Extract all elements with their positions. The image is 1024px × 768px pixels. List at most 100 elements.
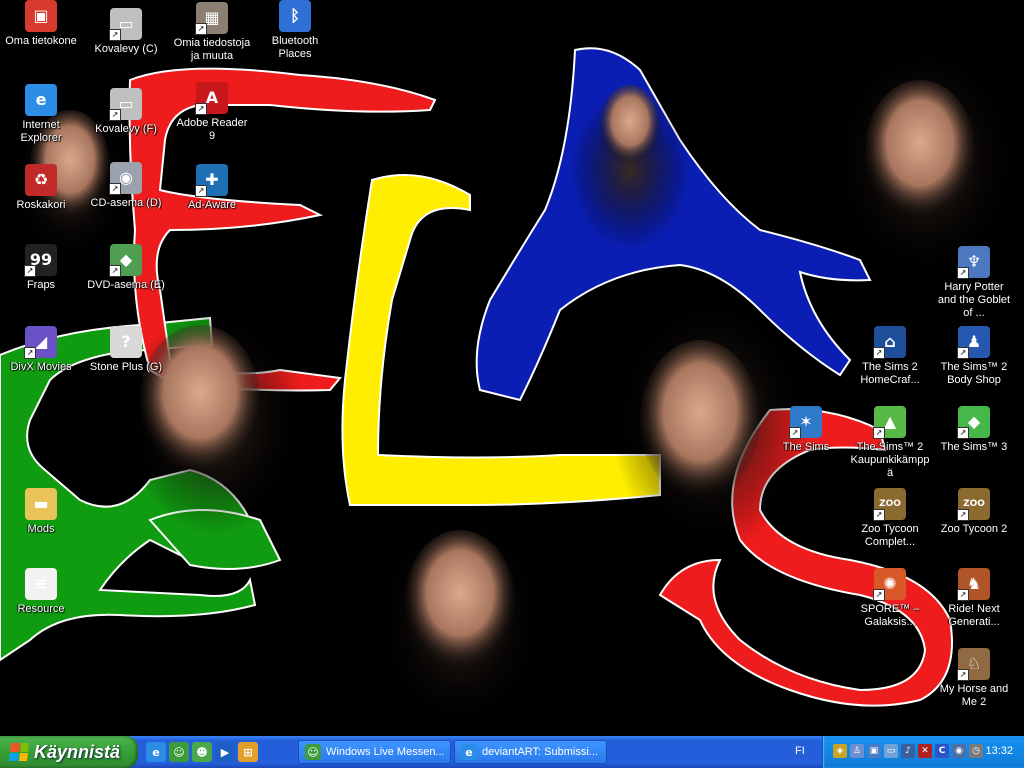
- user-tray-icon[interactable]: ♙: [850, 744, 864, 758]
- icon-glyph: ◉: [119, 168, 133, 187]
- desktop-icon-label: Kovalevy (F): [95, 123, 157, 135]
- quicklaunch-show-desktop[interactable]: ⊞: [238, 742, 258, 762]
- document-icon: ≡: [25, 568, 57, 600]
- icon-resource[interactable]: ≡ Resource: [1, 568, 81, 616]
- task-deviantart[interactable]: e deviantART: Submissi...: [454, 740, 607, 764]
- icon-glyph: ▬: [33, 494, 49, 513]
- shortcut-arrow-icon: ↗: [957, 669, 969, 681]
- shortcut-arrow-icon: ↗: [195, 185, 207, 197]
- folder-photo-icon: ▦ ↗: [195, 2, 228, 35]
- desktop-icon-label: The Sims: [782, 441, 830, 453]
- cd-drive-icon: ◉ ↗: [109, 162, 142, 195]
- ad-aware-icon: ✚ ↗: [195, 164, 228, 197]
- windows-flag-icon: ⊞: [243, 745, 253, 759]
- language-indicator[interactable]: FI: [795, 745, 805, 757]
- icon-sims2-kaupunki[interactable]: ▲ ↗ The Sims™ 2 Kaupunkikämppä: [850, 406, 930, 480]
- start-button[interactable]: Käynnistä: [0, 736, 138, 768]
- messenger-people-icon: ☺: [173, 745, 185, 759]
- icon-sims2-bodyshop[interactable]: ♟ ↗ The Sims™ 2 Body Shop: [934, 326, 1014, 387]
- fraps-icon: 99 ↗: [24, 244, 57, 277]
- desktop-icon-label: DVD-asema (E): [87, 279, 165, 291]
- sims-homecraft-icon: ⌂ ↗: [873, 326, 906, 359]
- icon-roskakori[interactable]: ♻ Roskakori: [1, 164, 81, 212]
- spore-icon: ✺ ↗: [873, 568, 906, 601]
- clock-tray-icon[interactable]: ◷: [969, 744, 983, 758]
- icon-glyph: ♻: [33, 170, 49, 189]
- icon-adobe-reader[interactable]: A ↗ Adobe Reader 9: [172, 82, 252, 143]
- desktop-icon-label: CD-asema (D): [90, 197, 162, 209]
- network-tray-icon[interactable]: ▣: [867, 744, 881, 758]
- eye-tray-icon[interactable]: ◉: [952, 744, 966, 758]
- icon-zoo-tycoon-complete[interactable]: ZOO ↗ Zoo Tycoon Complet...: [850, 488, 930, 549]
- desktop-icon-label: Zoo Tycoon 2: [940, 523, 1008, 535]
- desktop-icon-label: Roskakori: [16, 199, 66, 211]
- icon-glyph: ▣: [33, 6, 49, 25]
- shortcut-arrow-icon: ↗: [873, 347, 885, 359]
- sound-tray-icon[interactable]: ♪: [901, 744, 915, 758]
- horse-head-icon: ♘ ↗: [957, 648, 990, 681]
- icon-glyph: ZOO: [963, 498, 985, 509]
- desktop-icon-label: Oma tietokone: [5, 35, 77, 47]
- quicklaunch-media-player[interactable]: ▶: [215, 742, 235, 762]
- icon-cd-asema[interactable]: ◉ ↗ CD-asema (D): [86, 162, 166, 210]
- antivirus-tray-icon[interactable]: ✕: [918, 744, 932, 758]
- shortcut-arrow-icon: ↗: [873, 509, 885, 521]
- icon-fraps[interactable]: 99 ↗ Fraps: [1, 244, 81, 292]
- icon-glyph: ?: [121, 332, 131, 351]
- icon-zoo-tycoon-2[interactable]: ZOO ↗ Zoo Tycoon 2: [934, 488, 1014, 536]
- icon-mods[interactable]: ▬ Mods: [1, 488, 81, 536]
- icon-spore[interactable]: ✺ ↗ SPORE™ – Galaksis...: [850, 568, 930, 629]
- desktop[interactable]: ▣ Oma tietokone ▭ ↗ Kovalevy (C) ▦ ↗ Omia tiedo…: [0, 0, 1024, 736]
- icon-kovalevy-c[interactable]: ▭ ↗ Kovalevy (C): [86, 8, 166, 56]
- desktop-icon-label: Mods: [27, 523, 55, 535]
- icon-stone-plus[interactable]: ? Stone Plus (G): [86, 326, 166, 374]
- desktop-icon-label: Adobe Reader 9: [176, 117, 248, 142]
- desktop-icon-label: Stone Plus (G): [89, 361, 163, 373]
- icon-glyph: ᛒ: [290, 6, 300, 25]
- system-tray: ◈ ♙ ▣ ▭ ♪ ✕ C ◉ ◷ 13:32: [822, 736, 1024, 768]
- task-windows-live-messenger[interactable]: ☺ Windows Live Messen...: [298, 740, 451, 764]
- quicklaunch-ie[interactable]: e: [146, 742, 166, 762]
- icon-my-horse-and-me[interactable]: ♘ ↗ My Horse and Me 2: [934, 648, 1014, 709]
- icon-internet-explorer[interactable]: e Internet Explorer: [1, 84, 81, 145]
- removable-drive-icon: ?: [110, 326, 142, 358]
- shield-tray-icon[interactable]: ◈: [833, 744, 847, 758]
- shortcut-arrow-icon: ↗: [789, 427, 801, 439]
- clock[interactable]: 13:32: [985, 745, 1013, 757]
- shortcut-arrow-icon: ↗: [195, 23, 207, 35]
- icon-divx-movies[interactable]: ◢ ↗ DivX Movies: [1, 326, 81, 374]
- shortcut-arrow-icon: ↗: [957, 347, 969, 359]
- shortcut-arrow-icon: ↗: [109, 29, 121, 41]
- start-button-label: Käynnistä: [34, 741, 121, 762]
- icon-bluetooth-places[interactable]: ᛒ Bluetooth Places: [255, 0, 335, 61]
- icon-harry-potter[interactable]: ♆ ↗ Harry Potter and the Goblet of ...: [934, 246, 1014, 320]
- the-sims-icon: ✶ ↗: [789, 406, 822, 439]
- icon-ad-aware[interactable]: ✚ ↗ Ad-Aware: [172, 164, 252, 212]
- icon-omia-tiedostoja[interactable]: ▦ ↗ Omia tiedostoja ja muuta: [172, 2, 252, 63]
- icon-dvd-asema[interactable]: ◆ ↗ DVD-asema (E): [86, 244, 166, 292]
- icon-the-sims[interactable]: ✶ ↗ The Sims: [766, 406, 846, 454]
- quicklaunch-messenger[interactable]: ☺: [169, 742, 189, 762]
- shortcut-arrow-icon: ↗: [195, 103, 207, 115]
- icon-kovalevy-f[interactable]: ▭ ↗ Kovalevy (F): [86, 88, 166, 136]
- monitor-tray-icon[interactable]: ▭: [884, 744, 898, 758]
- internet-explorer-icon: e: [152, 745, 160, 759]
- icon-oma-tietokone[interactable]: ▣ Oma tietokone: [1, 0, 81, 48]
- shortcut-arrow-icon: ↗: [109, 109, 121, 121]
- icon-glyph: ✺: [883, 574, 897, 593]
- icon-glyph: ◆: [119, 250, 133, 269]
- icon-sims2-homecraft[interactable]: ⌂ ↗ The Sims 2 HomeCraf...: [850, 326, 930, 387]
- zoo-tycoon-2-icon: ZOO ↗: [957, 488, 990, 521]
- quicklaunch-messenger-2[interactable]: ☻: [192, 742, 212, 762]
- desktop-icon-label: My Horse and Me 2: [939, 683, 1009, 708]
- icon-ride-next-generation[interactable]: ♞ ↗ Ride! Next Generati...: [934, 568, 1014, 629]
- zoo-tycoon-icon: ZOO ↗: [873, 488, 906, 521]
- computer-icon: ▣: [25, 0, 57, 32]
- shortcut-arrow-icon: ↗: [957, 427, 969, 439]
- icon-sims3[interactable]: ◆ ↗ The Sims™ 3: [934, 406, 1014, 454]
- desktop-icon-label: Kovalevy (C): [94, 43, 158, 55]
- internet-explorer-icon: e: [461, 744, 477, 760]
- icon-glyph: ✶: [799, 412, 813, 431]
- c-tray-icon[interactable]: C: [935, 744, 949, 758]
- shortcut-arrow-icon: ↗: [24, 347, 36, 359]
